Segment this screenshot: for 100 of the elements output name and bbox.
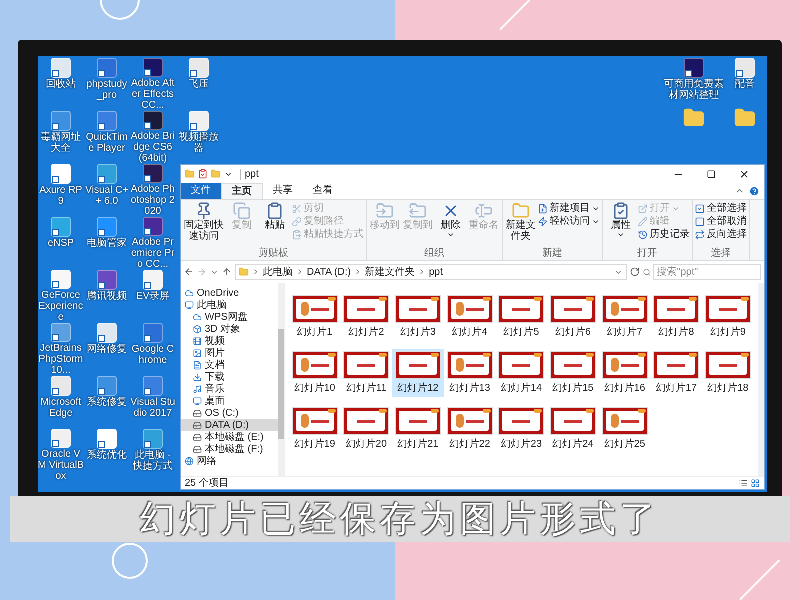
nav-item[interactable]: 本地磁盘 (F:) <box>181 443 278 455</box>
desktop-icon-label[interactable]: Visual C++ 6.0 <box>84 185 130 207</box>
nav-item[interactable]: 音乐 <box>181 383 278 395</box>
desktop-icon-label[interactable]: 飞压 <box>189 79 209 90</box>
app-icon[interactable] <box>143 376 163 396</box>
close-icon[interactable] <box>739 168 750 180</box>
ribbon-tab[interactable]: 共享 <box>263 183 303 199</box>
desktop-icon-label[interactable]: Google Chrome <box>130 344 176 366</box>
file-item[interactable]: 幻灯片23 <box>496 405 548 453</box>
scrollbar[interactable] <box>278 283 284 476</box>
details-view-icon[interactable] <box>739 478 748 488</box>
file-item[interactable]: 幻灯片18 <box>702 349 754 397</box>
file-item[interactable]: 幻灯片9 <box>702 293 754 341</box>
app-icon[interactable] <box>143 217 163 236</box>
desktop-icon-label[interactable]: EV录屏 <box>136 291 170 302</box>
breadcrumb-item[interactable]: 新建文件夹 <box>365 266 416 278</box>
ribbon-button[interactable]: 属性 <box>605 202 637 239</box>
ribbon-button[interactable]: 反向选择 <box>695 228 747 241</box>
nav-item[interactable]: 本地磁盘 (E:) <box>181 431 278 443</box>
file-item[interactable]: 幻灯片1 <box>289 293 341 341</box>
file-item[interactable]: 幻灯片19 <box>289 405 341 453</box>
desktop-icon-label[interactable]: Microsoft Edge <box>38 397 84 419</box>
back-icon[interactable] <box>184 267 194 277</box>
app-icon[interactable] <box>143 58 163 77</box>
app-icon[interactable] <box>97 429 117 449</box>
file-item[interactable]: 幻灯片5 <box>496 293 548 341</box>
app-icon[interactable] <box>684 58 704 78</box>
address-bar[interactable]: 此电脑 DATA (D:) 新建文件夹 ppt <box>235 264 627 280</box>
file-item[interactable]: 幻灯片16 <box>599 349 651 397</box>
file-item[interactable]: 幻灯片17 <box>650 349 702 397</box>
file-item[interactable]: 幻灯片10 <box>289 349 341 397</box>
app-icon[interactable] <box>51 58 71 78</box>
app-icon[interactable] <box>143 270 163 290</box>
app-icon[interactable] <box>97 270 117 290</box>
desktop-icon-label[interactable]: Axure RP 9 <box>38 185 84 207</box>
desktop-icon-label[interactable]: Adobe Bridge CS6 (64bit) <box>130 131 176 164</box>
app-icon[interactable] <box>51 429 71 448</box>
app-icon[interactable] <box>51 270 71 289</box>
refresh-icon[interactable] <box>630 267 640 277</box>
desktop-icon-label[interactable]: QuickTime Player <box>84 132 130 154</box>
file-item[interactable]: 幻灯片12 <box>392 349 444 397</box>
ribbon-button[interactable]: 全部选择 <box>695 202 747 215</box>
nav-item[interactable]: 图片 <box>181 347 278 359</box>
file-item[interactable]: 幻灯片15 <box>547 349 599 397</box>
file-item[interactable]: 幻灯片22 <box>444 405 496 453</box>
nav-item[interactable]: DATA (D:) <box>181 419 278 431</box>
desktop-icon-label[interactable]: JetBrains PhpStorm 10... <box>38 343 84 376</box>
app-icon[interactable] <box>97 111 117 131</box>
icons-view-icon[interactable] <box>751 478 760 488</box>
file-item[interactable]: 幻灯片8 <box>650 293 702 341</box>
nav-item[interactable]: 此电脑 <box>181 299 278 311</box>
app-icon[interactable] <box>143 323 163 343</box>
app-icon[interactable] <box>143 164 163 183</box>
folder-icon[interactable] <box>683 107 705 129</box>
desktop-icon-label[interactable]: Visual Studio 2017 <box>130 397 176 419</box>
nav-item[interactable]: 视频 <box>181 335 278 347</box>
ribbon-button[interactable]: 新建文件夹 <box>505 202 537 242</box>
desktop-icon-label[interactable]: Adobe After Effects CC... <box>130 78 176 111</box>
app-icon[interactable] <box>51 323 71 342</box>
desktop-icon-label[interactable]: 毒霸网址大全 <box>38 132 84 154</box>
app-icon[interactable] <box>51 376 71 396</box>
app-icon[interactable] <box>51 164 71 184</box>
app-icon[interactable] <box>97 323 117 343</box>
maximize-icon[interactable] <box>707 170 716 178</box>
search-field[interactable]: 搜索"ppt" <box>653 264 761 280</box>
desktop-icon-label[interactable]: 此电脑 - 快捷方式 <box>130 450 176 472</box>
ribbon-tab[interactable]: 查看 <box>303 183 343 199</box>
breadcrumb-item[interactable]: 此电脑 <box>263 266 293 278</box>
file-item[interactable]: 幻灯片20 <box>340 405 392 453</box>
app-icon[interactable] <box>51 111 71 131</box>
desktop-icon-label[interactable]: 配音 <box>735 79 755 90</box>
ribbon-button[interactable]: 轻松访问 <box>538 215 600 228</box>
nav-item[interactable]: 桌面 <box>181 395 278 407</box>
scrollbar[interactable] <box>758 283 764 476</box>
desktop-icon-label[interactable]: 系统优化 <box>87 450 127 461</box>
file-item[interactable]: 幻灯片7 <box>599 293 651 341</box>
file-item[interactable]: 幻灯片6 <box>547 293 599 341</box>
ribbon-button[interactable]: 历史记录 <box>638 228 690 241</box>
file-item[interactable]: 幻灯片3 <box>392 293 444 341</box>
app-icon[interactable] <box>143 429 163 449</box>
ribbon-button[interactable]: 新建项目 <box>538 202 600 215</box>
ribbon-tab[interactable]: 主页 <box>221 183 263 199</box>
ribbon-tab[interactable]: 文件 <box>181 183 221 199</box>
nav-item[interactable]: 3D 对象 <box>181 323 278 335</box>
ribbon-button[interactable]: 固定到快速访问 <box>183 202 225 242</box>
app-icon[interactable] <box>97 376 117 396</box>
folder-icon[interactable] <box>734 107 756 129</box>
file-item[interactable]: 幻灯片24 <box>547 405 599 453</box>
nav-item[interactable]: 下载 <box>181 371 278 383</box>
up-icon[interactable] <box>222 267 232 277</box>
nav-item[interactable]: OneDrive <box>181 287 278 299</box>
nav-item[interactable]: WPS网盘 <box>181 311 278 323</box>
desktop-icon-label[interactable]: Adobe Photoshop 2020 <box>130 184 176 217</box>
file-item[interactable]: 幻灯片21 <box>392 405 444 453</box>
app-icon[interactable] <box>189 111 209 131</box>
desktop-icon-label[interactable]: phpstudy_pro <box>84 79 130 101</box>
file-item[interactable]: 幻灯片14 <box>496 349 548 397</box>
help-icon[interactable] <box>749 186 760 196</box>
nav-item[interactable]: 网络 <box>181 455 278 467</box>
file-item[interactable]: 幻灯片13 <box>444 349 496 397</box>
